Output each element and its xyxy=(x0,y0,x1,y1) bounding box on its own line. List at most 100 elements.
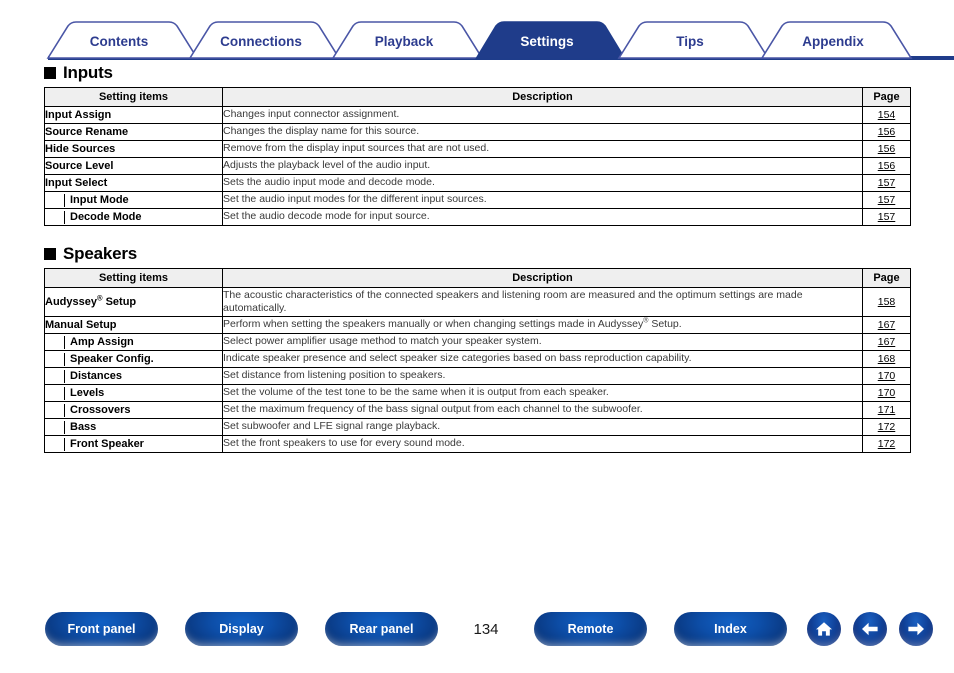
tab-label: Appendix xyxy=(802,34,864,49)
setting-item: Speaker Config. xyxy=(44,350,223,368)
page-ref[interactable]: 157 xyxy=(862,208,911,226)
page-ref[interactable]: 156 xyxy=(862,140,911,158)
table-row: Hide Sources Remove from the display inp… xyxy=(44,140,911,158)
arrow-left-icon xyxy=(859,619,881,639)
table-row: Input Mode Set the audio input modes for… xyxy=(44,191,911,209)
tab-appendix[interactable]: Appendix xyxy=(760,21,913,59)
square-bullet-icon xyxy=(44,247,56,260)
table-row: Input Select Sets the audio input mode a… xyxy=(44,174,911,192)
page-ref[interactable]: 157 xyxy=(862,174,911,192)
setting-item: Input Assign xyxy=(44,106,223,124)
tab-playback[interactable]: Playback xyxy=(331,21,484,59)
setting-description: Set distance from listening position to … xyxy=(222,367,863,385)
display-button[interactable]: Display xyxy=(185,612,298,646)
setting-item-label: Distances xyxy=(70,369,122,382)
column-header-page: Page xyxy=(862,87,911,107)
page-title-speakers: Speakers xyxy=(44,245,910,262)
table-row: Input Assign Changes input connector ass… xyxy=(44,106,911,124)
home-icon xyxy=(814,619,834,639)
setting-item: Bass xyxy=(44,418,223,436)
setting-description: Perform when setting the speakers manual… xyxy=(222,316,863,334)
page-ref[interactable]: 172 xyxy=(862,435,911,453)
section-inputs: Inputs Setting items Description Page In… xyxy=(44,64,911,226)
tab-label: Playback xyxy=(375,34,434,49)
column-header-description: Description xyxy=(222,268,863,288)
page-ref[interactable]: 168 xyxy=(862,350,911,368)
page-ref[interactable]: 170 xyxy=(862,384,911,402)
table-row: Speaker Config. Indicate speaker presenc… xyxy=(44,350,911,368)
setting-item: Input Select xyxy=(44,174,223,192)
page-ref[interactable]: 158 xyxy=(862,287,911,317)
setting-item-label: Amp Assign xyxy=(70,335,134,348)
setting-item-label: Decode Mode xyxy=(70,210,142,223)
home-button[interactable] xyxy=(807,612,841,646)
setting-item: Source Level xyxy=(44,157,223,175)
setting-description: Changes the display name for this source… xyxy=(222,123,863,141)
setting-item: Crossovers xyxy=(44,401,223,419)
table-header-row: Setting items Description Page xyxy=(44,87,911,107)
page-ref[interactable]: 167 xyxy=(862,316,911,334)
tab-label: Connections xyxy=(220,34,302,49)
column-header-item: Setting items xyxy=(44,268,223,288)
column-header-page: Page xyxy=(862,268,911,288)
tab-label: Contents xyxy=(90,34,149,49)
tab-label: Settings xyxy=(520,34,573,49)
front-panel-button[interactable]: Front panel xyxy=(45,612,158,646)
table-row: Crossovers Set the maximum frequency of … xyxy=(44,401,911,419)
table-row: Source Level Adjusts the playback level … xyxy=(44,157,911,175)
setting-item-label: Speaker Config. xyxy=(70,352,154,365)
table-row: Audyssey® Setup The acoustic characteris… xyxy=(44,287,911,317)
setting-item: Audyssey® Setup xyxy=(44,287,223,317)
section-heading-text: Inputs xyxy=(63,63,113,82)
setting-description: Set the audio input modes for the differ… xyxy=(222,191,863,209)
table-row: Distances Set distance from listening po… xyxy=(44,367,911,385)
setting-description: Indicate speaker presence and select spe… xyxy=(222,350,863,368)
page-ref[interactable]: 172 xyxy=(862,418,911,436)
table-row: Bass Set subwoofer and LFE signal range … xyxy=(44,418,911,436)
setting-item-label: Front Speaker xyxy=(70,437,144,450)
tab-settings[interactable]: Settings xyxy=(474,21,627,60)
setting-item-label: Input Mode xyxy=(70,193,129,206)
table-row: Decode Mode Set the audio decode mode fo… xyxy=(44,208,911,226)
page-ref[interactable]: 154 xyxy=(862,106,911,124)
section-speakers: Speakers Setting items Description Page … xyxy=(44,245,911,453)
table-row: Levels Set the volume of the test tone t… xyxy=(44,384,911,402)
tab-connections[interactable]: Connections xyxy=(188,21,341,59)
footer-navigation: Front panel Display Rear panel 134 Remot… xyxy=(0,606,954,652)
setting-item: Amp Assign xyxy=(44,333,223,351)
setting-item: Manual Setup xyxy=(44,316,223,334)
tab-tips[interactable]: Tips xyxy=(617,21,770,59)
setting-description: Set the volume of the test tone to be th… xyxy=(222,384,863,402)
setting-item-label: Levels xyxy=(70,386,105,399)
next-button[interactable] xyxy=(899,612,933,646)
table-speakers: Setting items Description Page Audyssey®… xyxy=(44,268,911,453)
page-ref[interactable]: 167 xyxy=(862,333,911,351)
square-bullet-icon xyxy=(44,66,56,79)
page-title-inputs: Inputs xyxy=(44,64,910,81)
table-row: Amp Assign Select power amplifier usage … xyxy=(44,333,911,351)
setting-item-label: Crossovers xyxy=(70,403,131,416)
setting-description: Set the front speakers to use for every … xyxy=(222,435,863,453)
page-ref[interactable]: 171 xyxy=(862,401,911,419)
page-ref[interactable]: 156 xyxy=(862,123,911,141)
column-header-item: Setting items xyxy=(44,87,223,107)
column-header-description: Description xyxy=(222,87,863,107)
page-ref[interactable]: 170 xyxy=(862,367,911,385)
index-button[interactable]: Index xyxy=(674,612,787,646)
setting-item: Input Mode xyxy=(44,191,223,209)
setting-description: Changes input connector assignment. xyxy=(222,106,863,124)
page-ref[interactable]: 156 xyxy=(862,157,911,175)
setting-description: Set the audio decode mode for input sour… xyxy=(222,208,863,226)
section-heading-text: Speakers xyxy=(63,244,138,263)
tab-label: Tips xyxy=(676,34,704,49)
rear-panel-button[interactable]: Rear panel xyxy=(325,612,438,646)
tab-contents[interactable]: Contents xyxy=(46,21,199,59)
remote-button[interactable]: Remote xyxy=(534,612,647,646)
back-button[interactable] xyxy=(853,612,887,646)
setting-item-label: Bass xyxy=(70,420,97,433)
setting-item: Hide Sources xyxy=(44,140,223,158)
setting-description: Select power amplifier usage method to m… xyxy=(222,333,863,351)
setting-item: Source Rename xyxy=(44,123,223,141)
setting-item: Decode Mode xyxy=(44,208,223,226)
page-ref[interactable]: 157 xyxy=(862,191,911,209)
